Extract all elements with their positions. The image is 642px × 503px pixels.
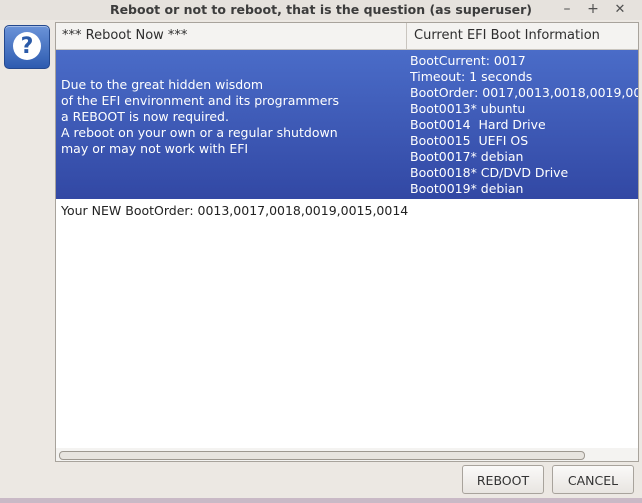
header-reboot-now[interactable]: *** Reboot Now *** [56, 23, 407, 49]
cancel-button[interactable]: CANCEL [552, 465, 634, 494]
close-button[interactable]: ✕ [611, 1, 629, 18]
horizontal-scrollbar[interactable] [56, 448, 638, 461]
efi-line: Boot0019* debian [410, 181, 524, 196]
efi-line: BootOrder: 0017,0013,0018,0019,0015,0014 [410, 85, 638, 100]
efi-line: Boot0018* CD/DVD Drive [410, 165, 569, 180]
table-header: *** Reboot Now *** Current EFI Boot Info… [56, 23, 638, 50]
message-line: A reboot on your own or a regular shutdo… [61, 125, 338, 140]
header-efi-info[interactable]: Current EFI Boot Information [408, 23, 638, 49]
minimize-button[interactable]: – [558, 1, 576, 18]
window-title: Reboot or not to reboot, that is the que… [109, 2, 533, 17]
efi-line: BootCurrent: 0017 [410, 53, 526, 68]
efi-boot-info: BootCurrent: 0017 Timeout: 1 seconds Boo… [410, 53, 638, 197]
message-line: a REBOOT is now required. [61, 109, 229, 124]
title-bar: Reboot or not to reboot, that is the que… [0, 0, 642, 20]
efi-line: Timeout: 1 seconds [410, 69, 533, 84]
new-bootorder-row[interactable]: Your NEW BootOrder: 0013,0017,0018,0019,… [61, 203, 408, 219]
efi-line: Boot0013* ubuntu [410, 101, 526, 116]
question-icon: ? [4, 25, 50, 69]
table-row-selected[interactable]: Due to the great hidden wisdom of the EF… [56, 50, 638, 199]
maximize-button[interactable]: + [584, 1, 602, 18]
message-line: may or may not work with EFI [61, 141, 249, 156]
efi-line: Boot0014 Hard Drive [410, 117, 546, 132]
message-line: of the EFI environment and its programme… [61, 93, 340, 108]
info-table: *** Reboot Now *** Current EFI Boot Info… [55, 22, 639, 462]
scrollbar-thumb[interactable] [59, 451, 585, 460]
message-line: Due to the great hidden wisdom [61, 77, 264, 92]
desktop-strip [0, 498, 642, 503]
reboot-button[interactable]: REBOOT [462, 465, 544, 494]
efi-line: Boot0015 UEFI OS [410, 133, 529, 148]
reboot-message: Due to the great hidden wisdom of the EF… [61, 77, 401, 157]
efi-line: Boot0017* debian [410, 149, 524, 164]
